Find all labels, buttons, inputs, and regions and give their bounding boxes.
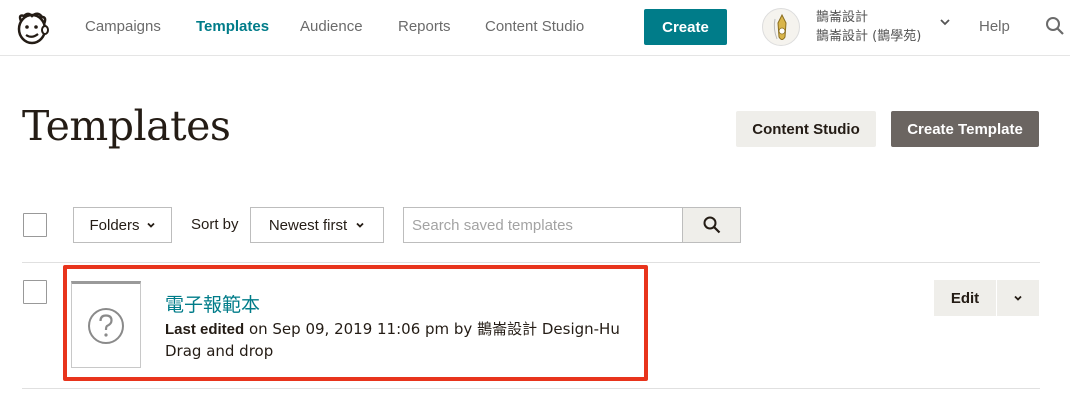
nav-templates[interactable]: Templates [196, 18, 269, 35]
nav-campaigns[interactable]: Campaigns [85, 18, 161, 35]
chevron-down-icon [146, 222, 155, 228]
chevron-down-icon[interactable] [939, 16, 951, 28]
nav-audience[interactable]: Audience [300, 18, 363, 35]
mailchimp-logo-icon[interactable] [12, 8, 52, 48]
chevron-down-icon [1014, 295, 1022, 301]
template-row-checkbox[interactable] [23, 280, 47, 304]
create-button[interactable]: Create [644, 9, 727, 45]
account-name[interactable]: 鵲崙設計 鵲崙設計 (鵲學苑) [816, 8, 921, 46]
divider [22, 388, 1040, 389]
sort-select[interactable]: Newest first [250, 207, 384, 243]
content-studio-button[interactable]: Content Studio [736, 111, 876, 147]
search-icon[interactable] [1045, 16, 1065, 36]
search-button[interactable] [682, 207, 741, 243]
divider [22, 262, 1040, 263]
folders-dropdown[interactable]: Folders [73, 207, 172, 243]
sort-value: Newest first [268, 216, 348, 234]
edit-button[interactable]: Edit [934, 280, 996, 316]
folders-label: Folders [89, 216, 140, 234]
search-icon [703, 216, 720, 234]
edit-options-dropdown[interactable] [997, 280, 1039, 316]
sort-by-label: Sort by [191, 216, 239, 233]
nav-reports[interactable]: Reports [398, 18, 451, 35]
create-template-button[interactable]: Create Template [891, 111, 1039, 147]
chevron-down-icon [356, 222, 364, 228]
highlight-annotation [63, 265, 648, 381]
help-link[interactable]: Help [979, 18, 1010, 35]
account-line-1: 鵲崙設計 [816, 10, 869, 25]
nav-content-studio[interactable]: Content Studio [485, 18, 584, 35]
account-line-2: 鵲崙設計 (鵲學苑) [816, 29, 922, 44]
top-nav: Campaigns Templates Audience Reports Con… [0, 0, 1070, 56]
page-title: Templates [22, 102, 231, 150]
avatar[interactable] [762, 8, 800, 46]
select-all-checkbox[interactable] [23, 213, 47, 237]
search-input[interactable] [403, 207, 683, 243]
